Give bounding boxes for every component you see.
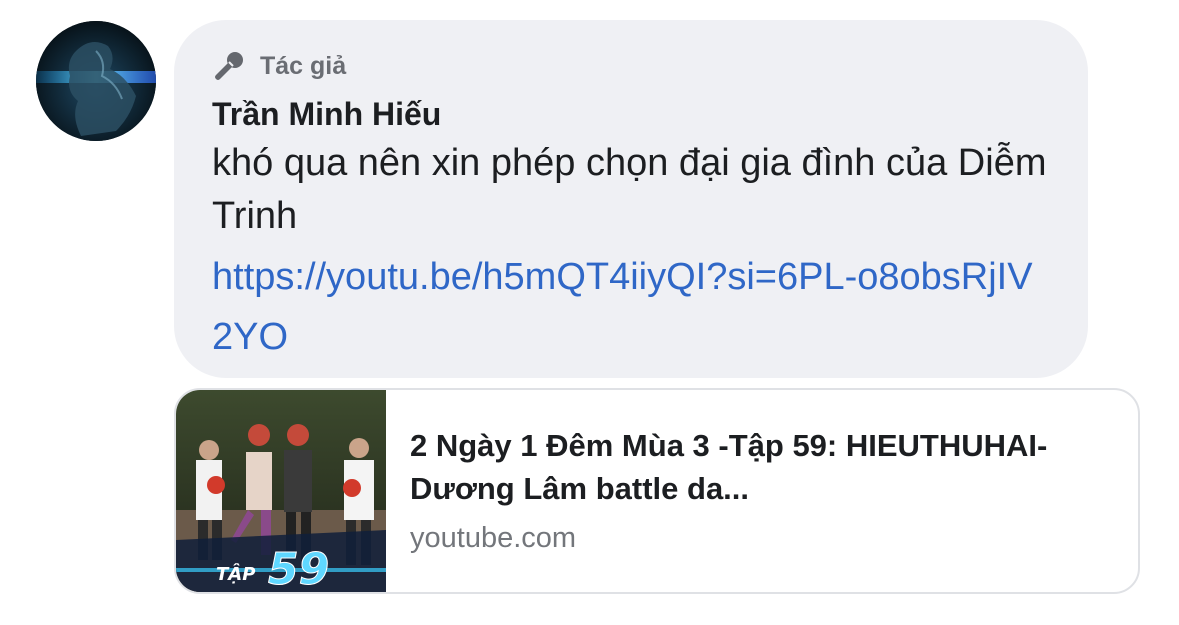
comment-text: khó qua nên xin phép chọn đại gia đình c…: [212, 142, 1047, 237]
comment-link[interactable]: https://youtu.be/h5mQT4iiyQI?si=6PL-o8ob…: [212, 247, 1050, 367]
link-preview-thumbnail: TẬP 59: [176, 390, 386, 594]
author-badge-label: Tác giả: [260, 51, 347, 80]
comment-bubble: Tác giả Trần Minh Hiếu khó qua nên xin p…: [174, 20, 1088, 378]
author-name[interactable]: Trần Minh Hiếu: [212, 94, 1050, 134]
author-avatar[interactable]: [36, 21, 156, 141]
link-preview-title[interactable]: 2 Ngày 1 Đêm Mùa 3 -Tập 59: HIEUTHUHAI-D…: [410, 424, 1108, 510]
link-preview-source: youtube.com: [410, 522, 577, 554]
microphone-icon: [212, 49, 246, 83]
thumbnail-text-big: 59: [268, 544, 329, 594]
thumbnail-text-small: TẬP: [216, 563, 255, 585]
link-preview-card[interactable]: TẬP 59 2 Ngày 1 Đêm Mùa 3 -Tập 59: HIEUT…: [174, 388, 1140, 594]
author-badge: Tác giả: [212, 51, 1050, 81]
link-preview-text: 2 Ngày 1 Đêm Mùa 3 -Tập 59: HIEUTHUHAI-D…: [410, 424, 1108, 556]
